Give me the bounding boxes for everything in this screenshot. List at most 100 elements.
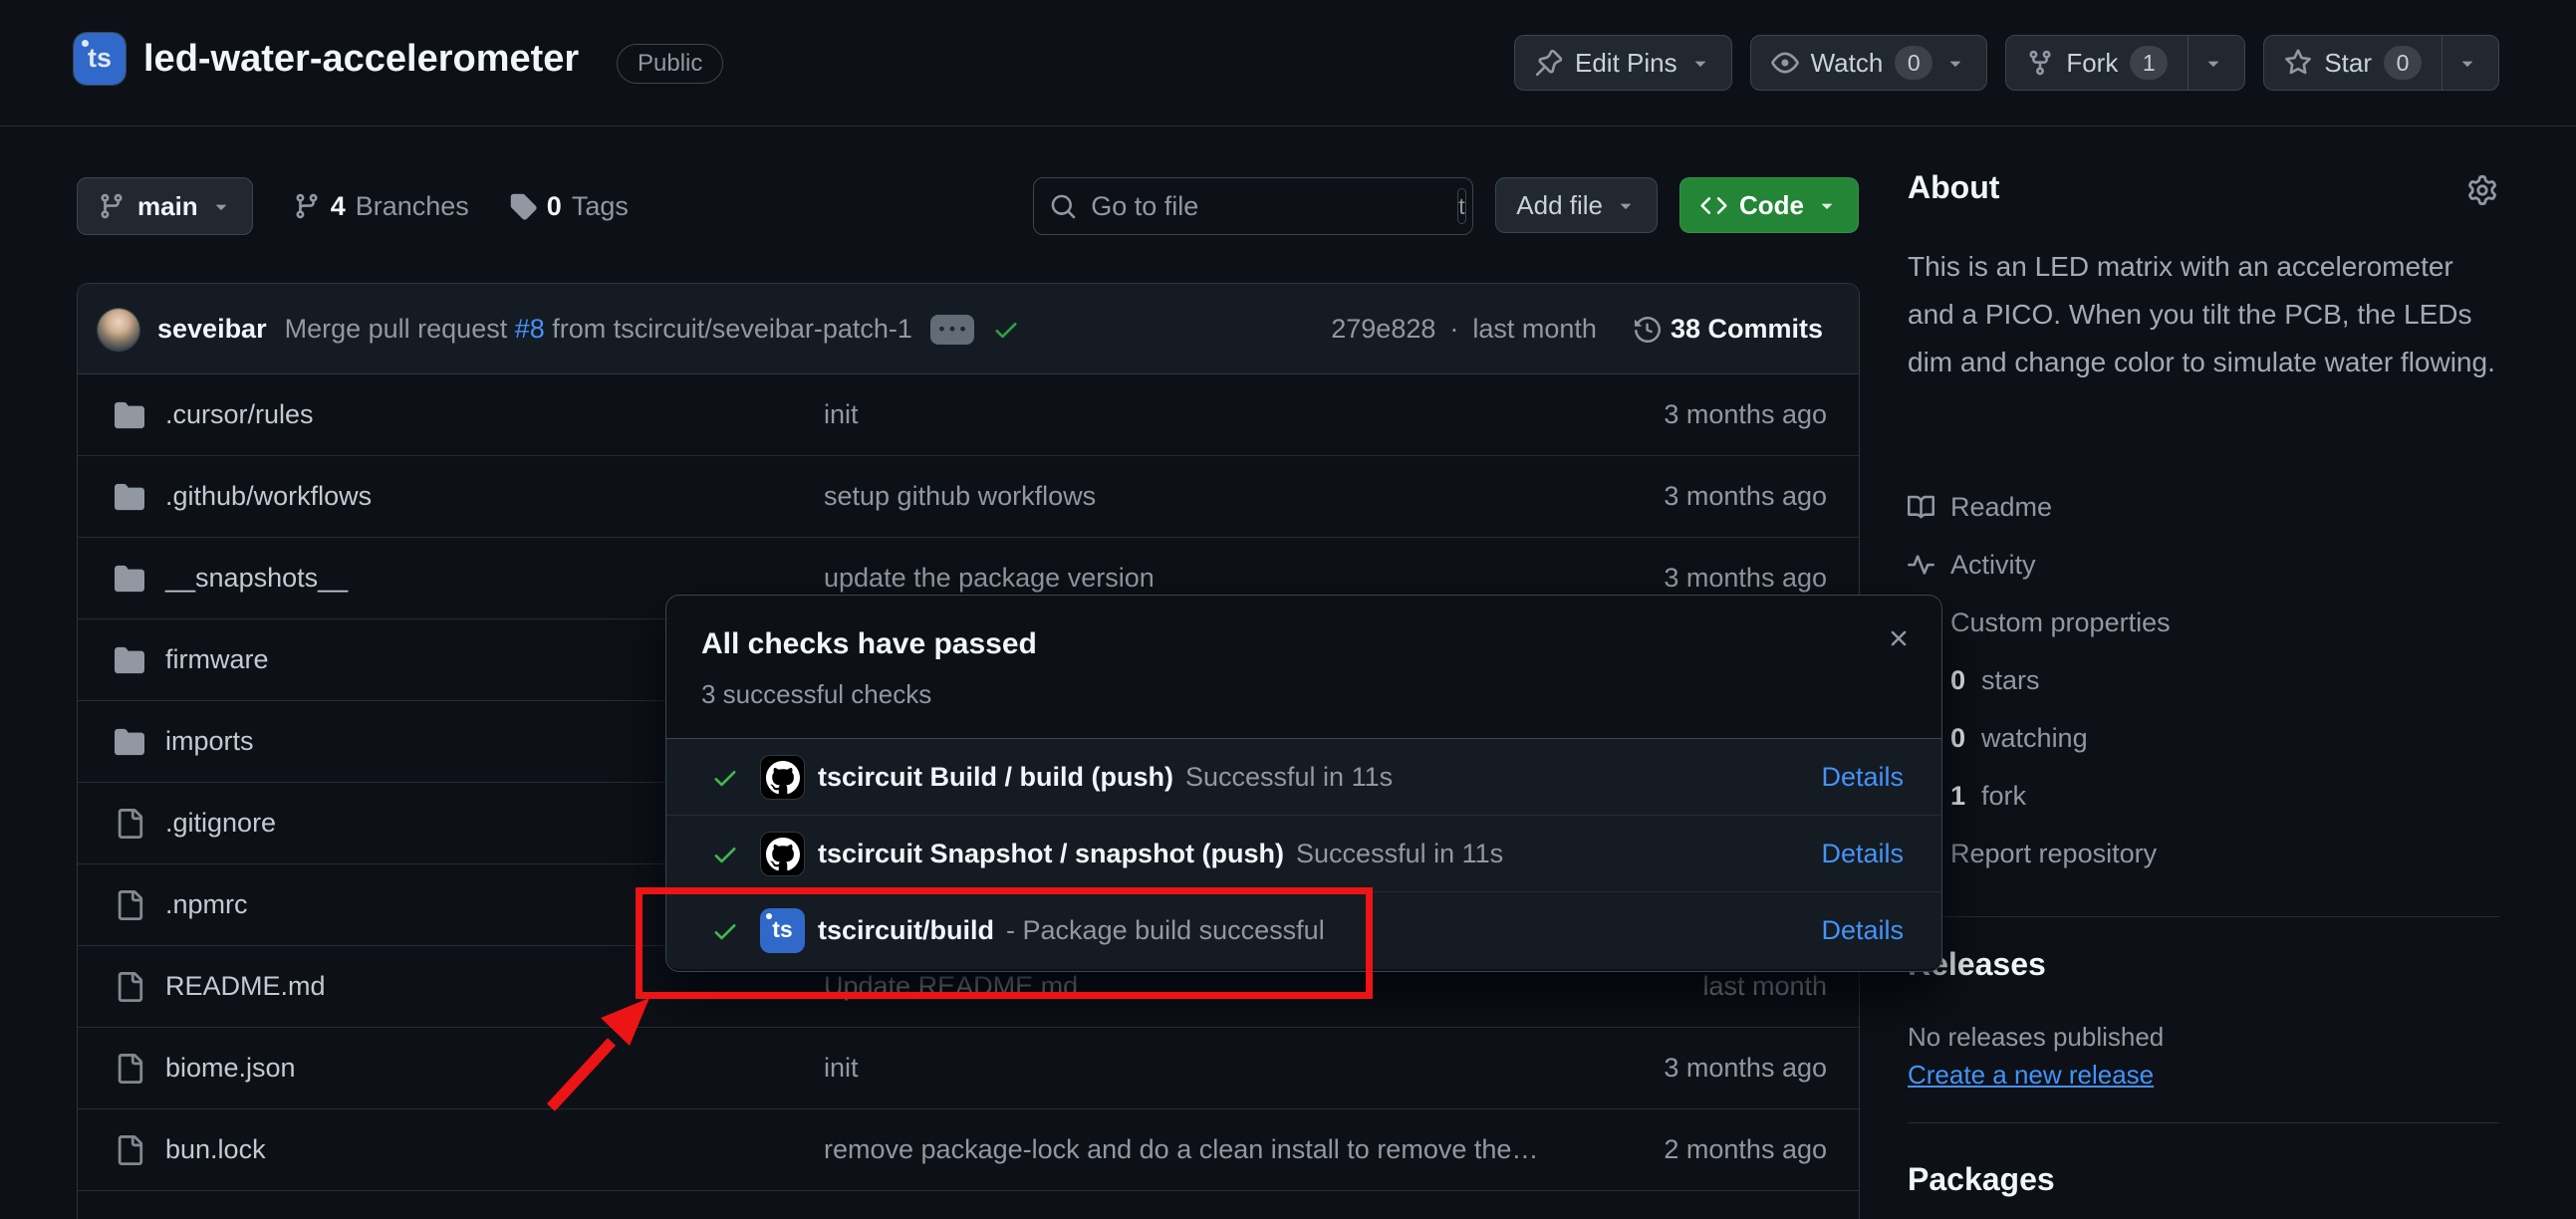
add-file-label: Add file	[1516, 190, 1603, 221]
tscircuit-app-icon: ts	[760, 908, 805, 953]
sidebar-item-count: 0	[1950, 665, 1965, 696]
commit-separator: ·	[1449, 314, 1458, 345]
gear-icon[interactable]	[2467, 175, 2497, 205]
file-name-link[interactable]: bun.lock	[165, 1134, 266, 1165]
sidebar-item-custom-properties[interactable]: Custom properties	[1908, 594, 2499, 651]
commit-message-link[interactable]: init	[824, 399, 859, 430]
github-app-icon	[760, 755, 805, 800]
table-row[interactable]: bun.lock remove package-lock and do a cle…	[78, 1109, 1859, 1191]
folder-icon	[115, 645, 144, 675]
close-icon[interactable]	[1886, 625, 1912, 651]
git-branch-icon	[293, 192, 321, 220]
file-name-link[interactable]: .github/workflows	[165, 481, 372, 512]
commit-date: 3 months ago	[1664, 1053, 1827, 1084]
chevron-down-icon	[1615, 194, 1637, 216]
check-success-icon	[711, 917, 739, 945]
check-name: tscircuit Snapshot / snapshot (push)Succ…	[818, 839, 1503, 869]
add-file-button[interactable]: Add file	[1495, 177, 1658, 233]
file-name-link[interactable]: .npmrc	[165, 889, 248, 920]
github-app-icon	[760, 832, 805, 876]
file-name-link[interactable]: biome.json	[165, 1053, 296, 1084]
commit-message-link[interactable]: update the package version	[824, 563, 1155, 594]
packages-title: Packages	[1908, 1161, 2055, 1198]
sidebar-item-activity[interactable]: Activity	[1908, 536, 2499, 594]
commit-sha[interactable]: 279e828	[1331, 314, 1435, 345]
pr-link[interactable]: #8	[515, 314, 545, 344]
edit-pins-button[interactable]: Edit Pins	[1514, 35, 1732, 91]
tscircuit-logo-text: ts	[74, 43, 126, 74]
commit-date: 3 months ago	[1664, 399, 1827, 430]
tags-link[interactable]: 0 Tags	[509, 191, 629, 222]
details-link[interactable]: Details	[1821, 762, 1904, 793]
branch-selector[interactable]: main	[77, 177, 253, 235]
check-status-text: - Package build successful	[1006, 915, 1325, 945]
folder-icon	[115, 727, 144, 757]
sidebar-item-label: Custom properties	[1950, 608, 2171, 638]
repo-avatar[interactable]: ts	[74, 33, 126, 85]
visibility-badge: Public	[617, 44, 723, 84]
commit-date: last month	[1702, 971, 1827, 1002]
about-title: About	[1908, 169, 1999, 206]
commit-message[interactable]: Merge pull request #8 from tscircuit/sev…	[285, 314, 912, 345]
file-name-link[interactable]: .gitignore	[165, 808, 276, 839]
file-name-link[interactable]: README.md	[165, 971, 326, 1002]
commit-message-link[interactable]: init	[824, 1053, 859, 1084]
details-link[interactable]: Details	[1821, 915, 1904, 946]
checks-popup-subtitle: 3 successful checks	[701, 679, 931, 710]
commit-message-link[interactable]: remove package-lock and do a clean insta…	[824, 1134, 1538, 1165]
commit-date: 3 months ago	[1664, 481, 1827, 512]
eye-icon	[1771, 49, 1799, 77]
file-name-link[interactable]: __snapshots__	[165, 563, 348, 594]
avatar[interactable]	[98, 309, 139, 351]
file-name-link[interactable]: firmware	[165, 644, 269, 675]
table-row[interactable]: .github/workflows setup github workflows 3…	[78, 456, 1859, 538]
sidebar-item-readme[interactable]: Readme	[1908, 478, 2499, 536]
pulse-icon	[1908, 552, 1934, 579]
no-releases-text: No releases published	[1908, 1022, 2164, 1053]
commit-author[interactable]: seveibar	[157, 314, 267, 345]
table-row	[78, 1191, 1859, 1219]
check-row: tscircuit Build / build (push)Successful…	[666, 739, 1941, 816]
folder-icon	[115, 400, 144, 430]
sidebar-links: Readme Activity Custom properties 0stars0wa…	[1908, 478, 2499, 882]
chevron-down-icon	[1689, 52, 1711, 74]
table-row[interactable]: .cursor/rules init 3 months ago	[78, 374, 1859, 456]
commits-count-label: 38 Commits	[1671, 314, 1823, 345]
check-status-icon[interactable]	[992, 316, 1020, 344]
chevron-down-icon	[210, 195, 232, 217]
check-name: tscircuit/build- Package build successfu…	[818, 915, 1325, 946]
go-to-file-search[interactable]: t	[1033, 177, 1473, 235]
check-row: ts tscircuit/build- Package build success…	[666, 892, 1941, 969]
commit-message-link[interactable]: setup github workflows	[824, 481, 1096, 512]
history-icon	[1635, 317, 1661, 343]
check-status-text: Successful in 11s	[1185, 762, 1393, 792]
branches-link[interactable]: 4 Branches	[293, 191, 469, 222]
sidebar-item-label: Activity	[1950, 550, 2036, 581]
file-icon	[115, 1135, 144, 1165]
about-description: This is an LED matrix with an accelerome…	[1908, 243, 2499, 386]
sidebar-item-fork[interactable]: 1fork	[1908, 767, 2499, 825]
sidebar-item-watching[interactable]: 0watching	[1908, 709, 2499, 767]
file-name-link[interactable]: .cursor/rules	[165, 399, 314, 430]
code-icon	[1700, 192, 1727, 219]
commit-message-link[interactable]: Update README.md	[824, 971, 1078, 1002]
git-branch-icon	[98, 192, 126, 220]
commit-date: 2 months ago	[1664, 1134, 1827, 1165]
tag-icon	[509, 192, 537, 220]
branches-count: 4	[331, 191, 346, 222]
commit-ellipsis-button[interactable]	[930, 315, 974, 345]
sidebar-item-stars[interactable]: 0stars	[1908, 651, 2499, 709]
table-row[interactable]: biome.json init 3 months ago	[78, 1028, 1859, 1109]
check-success-icon	[711, 764, 739, 792]
edit-pins-label: Edit Pins	[1575, 48, 1677, 79]
file-name-link[interactable]: imports	[165, 726, 254, 757]
sidebar-item-report-repository[interactable]: Report repository	[1908, 825, 2499, 882]
code-button[interactable]: Code	[1679, 177, 1859, 233]
repo-title[interactable]: led-water-accelerometer	[143, 38, 579, 81]
commits-history-link[interactable]: 38 Commits	[1635, 314, 1823, 345]
search-input[interactable]	[1091, 191, 1443, 222]
details-link[interactable]: Details	[1821, 839, 1904, 869]
create-release-link[interactable]: Create a new release	[1908, 1060, 2154, 1091]
pin-icon	[1535, 49, 1563, 77]
code-label: Code	[1739, 190, 1804, 221]
